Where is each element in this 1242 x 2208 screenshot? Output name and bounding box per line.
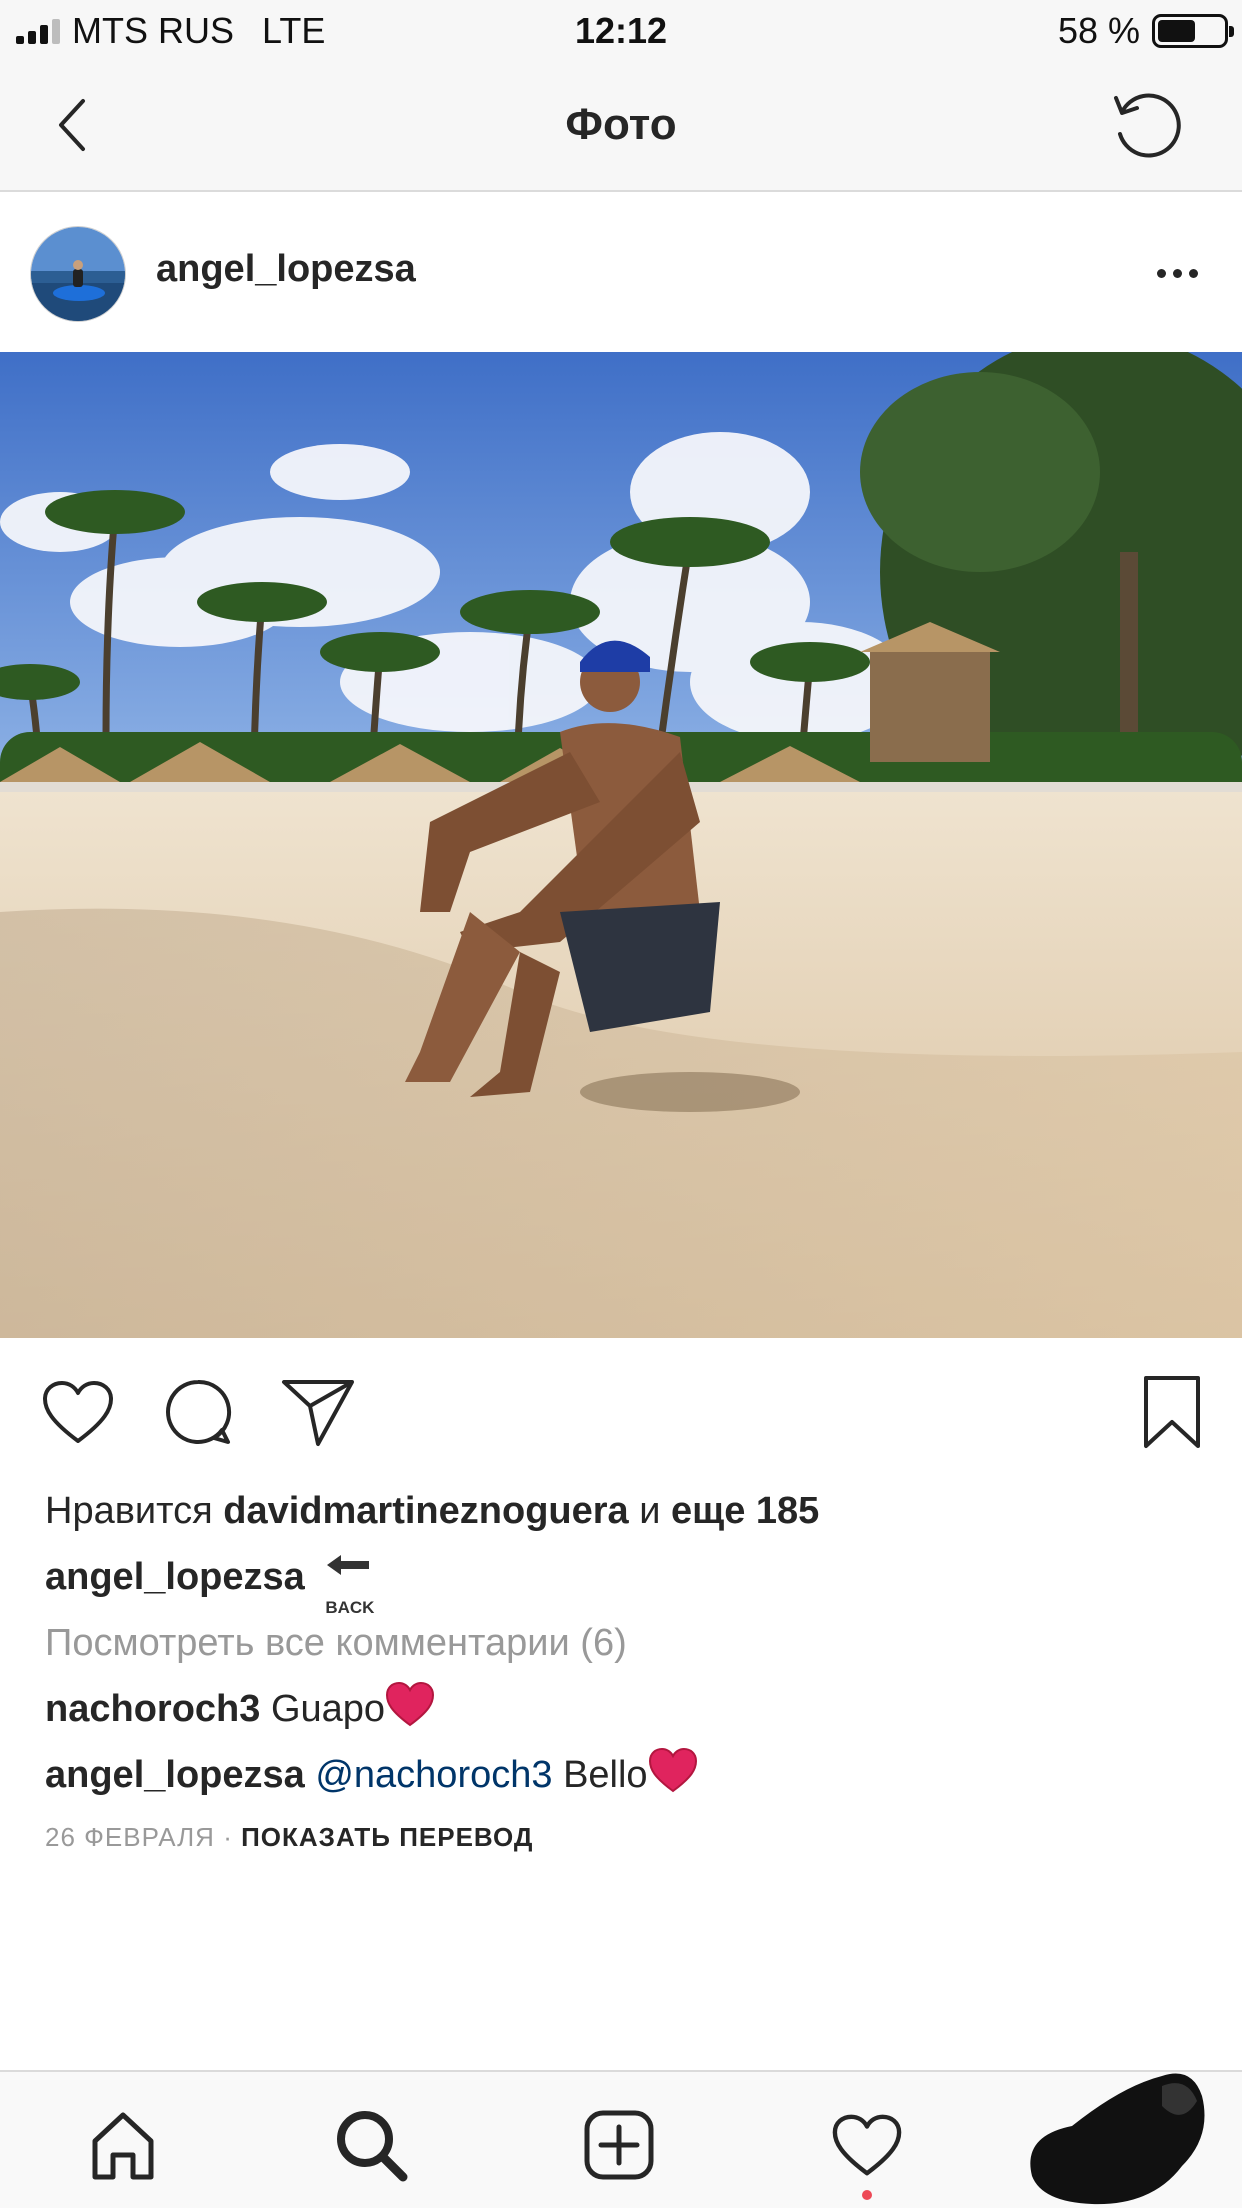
ellipsis-icon (1156, 268, 1166, 278)
likes-connector: и (639, 1490, 661, 1532)
emoji-label: BACK (325, 1598, 375, 1617)
comment-row: nachoroch3 Guapo (45, 1676, 1205, 1742)
post-details: Нравится davidmartineznoguera и еще 185 … (45, 1478, 1205, 1862)
battery-percent: 58 % (1057, 10, 1140, 51)
avatar-image (31, 227, 125, 321)
clock: 12:12 (574, 10, 668, 51)
post-header: angel_lopezsa (0, 194, 1242, 352)
red-heart-emoji-icon (648, 1747, 697, 1793)
likes-more[interactable]: еще 185 (671, 1490, 819, 1532)
ellipsis-dot (1172, 268, 1182, 278)
tab-home[interactable] (78, 2100, 168, 2190)
tab-search[interactable] (326, 2100, 416, 2190)
caption-username[interactable]: angel_lopezsa (45, 1556, 305, 1598)
tab-profile[interactable] (1012, 2066, 1228, 2208)
post-actions (0, 1338, 1242, 1478)
save-button[interactable] (1132, 1372, 1212, 1452)
post-username[interactable]: angel_lopezsa (156, 248, 416, 291)
comment-text: Bello (563, 1754, 648, 1796)
ellipsis-dot (1188, 268, 1198, 278)
comment-row: angel_lopezsa @nachoroch3 Bello (45, 1742, 1205, 1808)
add-post-icon (584, 2110, 654, 2180)
comment-username[interactable]: nachoroch3 (45, 1688, 260, 1730)
share-button[interactable] (278, 1372, 358, 1452)
status-right: 58 % (1057, 10, 1234, 52)
bookmark-icon (1144, 1376, 1200, 1448)
nav-bar: Фото (0, 62, 1242, 192)
tab-activity[interactable] (822, 2100, 912, 2200)
show-translation-button[interactable]: ПОКАЗАТЬ ПЕРЕВОД (241, 1822, 533, 1852)
heart-icon (832, 2114, 902, 2176)
likes-user[interactable]: davidmartineznoguera (223, 1490, 628, 1532)
profile-avatar (1030, 2073, 1205, 2205)
beach-photo (0, 352, 1242, 1338)
paper-plane-icon (282, 1380, 354, 1446)
back-arrow-emoji-icon: BACK (323, 1549, 374, 1617)
more-options-button[interactable] (1142, 238, 1212, 308)
likes-prefix: Нравится (45, 1490, 213, 1532)
comment-text: Guapo (270, 1688, 386, 1730)
refresh-button[interactable] (1106, 86, 1186, 166)
post-photo[interactable] (0, 352, 1242, 1338)
battery-icon (1152, 14, 1234, 48)
tab-add-post[interactable] (574, 2100, 664, 2190)
comment-icon (166, 1379, 232, 1444)
refresh-icon (1114, 93, 1181, 158)
likes-line: Нравится davidmartineznoguera и еще 185 (45, 1478, 1205, 1544)
view-comments-link[interactable]: Посмотреть все комментарии (6) (45, 1610, 1205, 1676)
red-heart-emoji-icon (386, 1681, 435, 1727)
page-title: Фото (565, 100, 677, 149)
comment-mention[interactable]: @nachoroch3 (315, 1754, 552, 1796)
like-button[interactable] (38, 1372, 118, 1452)
heart-icon (43, 1381, 113, 1443)
post-date: 26 ФЕВРАЛЯ (45, 1822, 215, 1852)
search-icon (337, 2111, 408, 2182)
home-icon (92, 2112, 154, 2180)
comment-username[interactable]: angel_lopezsa (45, 1754, 305, 1796)
avatar[interactable] (30, 226, 126, 322)
caption-line: angel_lopezsa BACK (45, 1544, 1205, 1617)
status-bar: MTS RUS LTE 12:12 58 % (0, 0, 1242, 62)
separator: · (223, 1822, 233, 1852)
comment-button[interactable] (158, 1372, 238, 1452)
notification-dot (862, 2190, 872, 2200)
post-date-line: 26 ФЕВРАЛЯ · ПОКАЗАТЬ ПЕРЕВОД (45, 1812, 1205, 1862)
